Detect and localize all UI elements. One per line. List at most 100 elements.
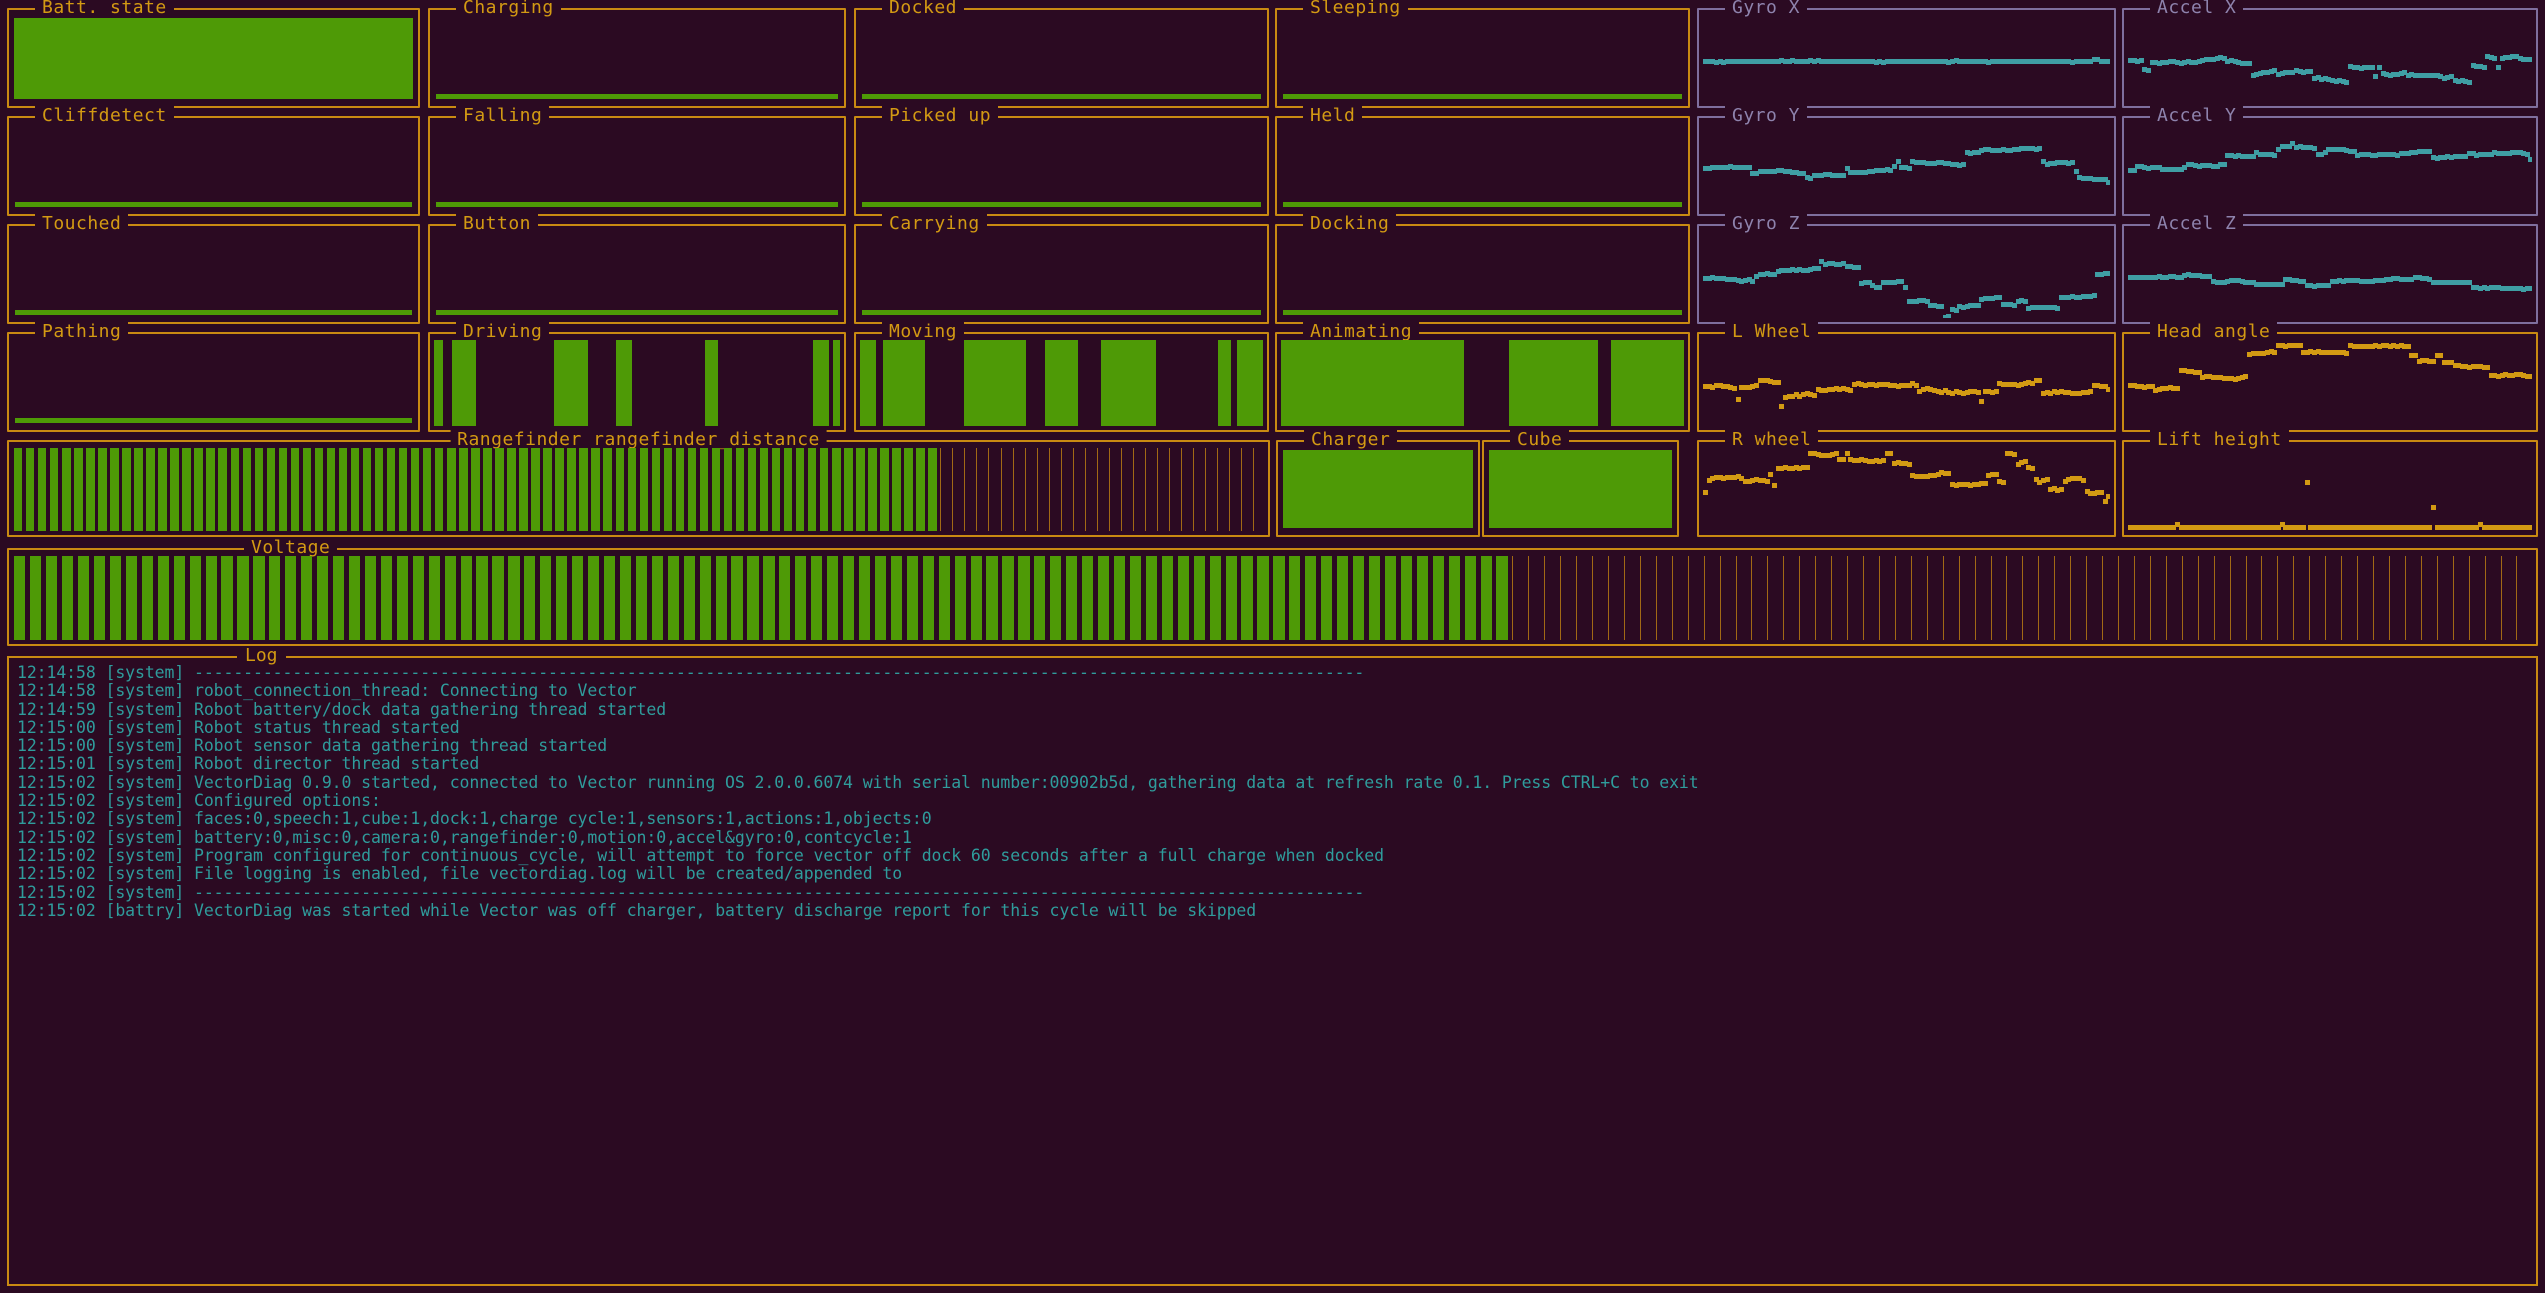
meter-bar bbox=[386, 448, 398, 531]
data-point bbox=[1812, 393, 1817, 398]
data-point bbox=[1772, 483, 1777, 488]
log-line: 12:15:02 [battry] VectorDiag was started… bbox=[17, 902, 2528, 920]
meter-bar bbox=[810, 556, 826, 640]
meter-panel-cube-title: Cube bbox=[1510, 430, 1569, 450]
meter-bar bbox=[1120, 448, 1132, 531]
meter-bar bbox=[1463, 556, 1479, 640]
meter-bar bbox=[2037, 556, 2053, 640]
sensor-panel-gyro-z: Gyro Z bbox=[1697, 224, 2116, 324]
meter-bar bbox=[1400, 556, 1416, 640]
data-point bbox=[1892, 164, 1897, 169]
sensor-panel-gyro-y-title: Gyro Y bbox=[1725, 106, 1807, 126]
status-panel-charging-plot bbox=[434, 16, 840, 102]
meter-bar bbox=[2212, 556, 2228, 640]
data-point bbox=[2496, 65, 2501, 70]
activity-bar bbox=[1509, 340, 1598, 426]
log-panel[interactable]: Log12:14:58 [system] -------------------… bbox=[7, 656, 2538, 1286]
status-panel-docking-title: Docking bbox=[1303, 214, 1396, 234]
sensor-panel-accel-x-plot bbox=[2128, 16, 2532, 102]
data-point bbox=[2106, 59, 2110, 64]
meter-bar bbox=[783, 448, 795, 531]
log-line: 12:15:02 [system] Program configured for… bbox=[17, 847, 2528, 865]
data-point bbox=[2222, 162, 2227, 167]
meter-bar bbox=[723, 448, 735, 531]
activity-panel-animating-plot bbox=[1281, 340, 1684, 426]
meter-bar bbox=[639, 448, 651, 531]
data-point bbox=[2370, 65, 2375, 70]
meter-bar bbox=[434, 448, 446, 531]
meter-bar bbox=[1108, 448, 1120, 531]
data-point bbox=[1845, 451, 1850, 456]
data-point bbox=[2406, 344, 2411, 349]
log-line: 12:15:02 [system] File logging is enable… bbox=[17, 865, 2528, 883]
gyro-y-scatter bbox=[1703, 124, 2110, 210]
log-line: 12:15:01 [system] Robot director thread … bbox=[17, 755, 2528, 773]
lift-height-scatter bbox=[2128, 448, 2532, 531]
data-point bbox=[1776, 380, 1781, 385]
data-point bbox=[2312, 146, 2317, 151]
sensor-panel-r-wheel-plot bbox=[1703, 448, 2110, 531]
data-point bbox=[1805, 465, 1810, 470]
meter-bar bbox=[13, 448, 25, 531]
status-panel-picked-up-plot bbox=[860, 124, 1263, 210]
meter-bar bbox=[2165, 556, 2181, 640]
activity-panel-animating-title: Animating bbox=[1303, 322, 1419, 342]
meter-bar bbox=[2451, 556, 2467, 640]
data-point bbox=[2528, 157, 2532, 162]
meter-bar bbox=[2388, 556, 2404, 640]
meter-bar bbox=[1036, 448, 1048, 531]
meter-bar bbox=[169, 448, 181, 531]
meter-bar bbox=[518, 448, 530, 531]
sensor-panel-head-angle-plot bbox=[2128, 340, 2532, 426]
meter-bar bbox=[1144, 448, 1156, 531]
data-point bbox=[2344, 80, 2349, 85]
meter-bar bbox=[1168, 448, 1180, 531]
moving-bars bbox=[860, 340, 1263, 426]
meter-bar bbox=[554, 448, 566, 531]
meter-bar bbox=[193, 448, 205, 531]
meter-bar bbox=[988, 448, 1000, 531]
meter-bar bbox=[49, 448, 61, 531]
meter-bar bbox=[843, 448, 855, 531]
data-point bbox=[2431, 505, 2436, 510]
data-point bbox=[1939, 304, 1944, 309]
data-point bbox=[2528, 286, 2532, 291]
meter-panel-charger: Charger bbox=[1276, 440, 1480, 537]
log-line-list: 12:14:58 [system] ----------------------… bbox=[17, 664, 2528, 920]
meter-bar bbox=[220, 556, 236, 640]
meter-bar bbox=[290, 448, 302, 531]
meter-bar bbox=[915, 448, 927, 531]
meter-bar bbox=[266, 448, 278, 531]
meter-bar bbox=[284, 556, 300, 640]
meter-bar bbox=[443, 556, 459, 640]
data-point bbox=[2528, 57, 2532, 62]
meter-bar bbox=[687, 448, 699, 531]
activity-bar bbox=[813, 340, 829, 426]
activity-bar bbox=[616, 340, 633, 426]
meter-bar bbox=[1479, 556, 1495, 640]
meter-bar bbox=[125, 556, 141, 640]
data-point bbox=[2243, 374, 2248, 379]
meter-bar bbox=[1591, 556, 1607, 640]
meter-bar bbox=[2181, 556, 2197, 640]
meter-bar bbox=[61, 556, 77, 640]
meter-bar bbox=[338, 448, 350, 531]
data-point bbox=[2344, 351, 2349, 356]
meter-bar bbox=[2085, 556, 2101, 640]
data-point bbox=[1907, 462, 1912, 467]
data-point bbox=[1732, 386, 1737, 391]
data-point bbox=[1961, 162, 1966, 167]
meter-bar bbox=[380, 556, 396, 640]
meter-bar bbox=[2292, 556, 2308, 640]
meter-bar bbox=[1384, 556, 1400, 640]
status-panel-touched: Touched bbox=[7, 224, 420, 324]
data-point bbox=[1914, 383, 1919, 388]
meter-bar bbox=[1017, 556, 1033, 640]
data-point bbox=[2431, 359, 2436, 364]
activity-bar bbox=[1045, 340, 1078, 426]
data-point bbox=[1877, 285, 1882, 290]
status-panel-cliffdetect: Cliffdetect bbox=[7, 116, 420, 216]
meter-bar bbox=[422, 448, 434, 531]
meter-bar bbox=[332, 556, 348, 640]
meter-panel-cube: Cube bbox=[1482, 440, 1679, 537]
